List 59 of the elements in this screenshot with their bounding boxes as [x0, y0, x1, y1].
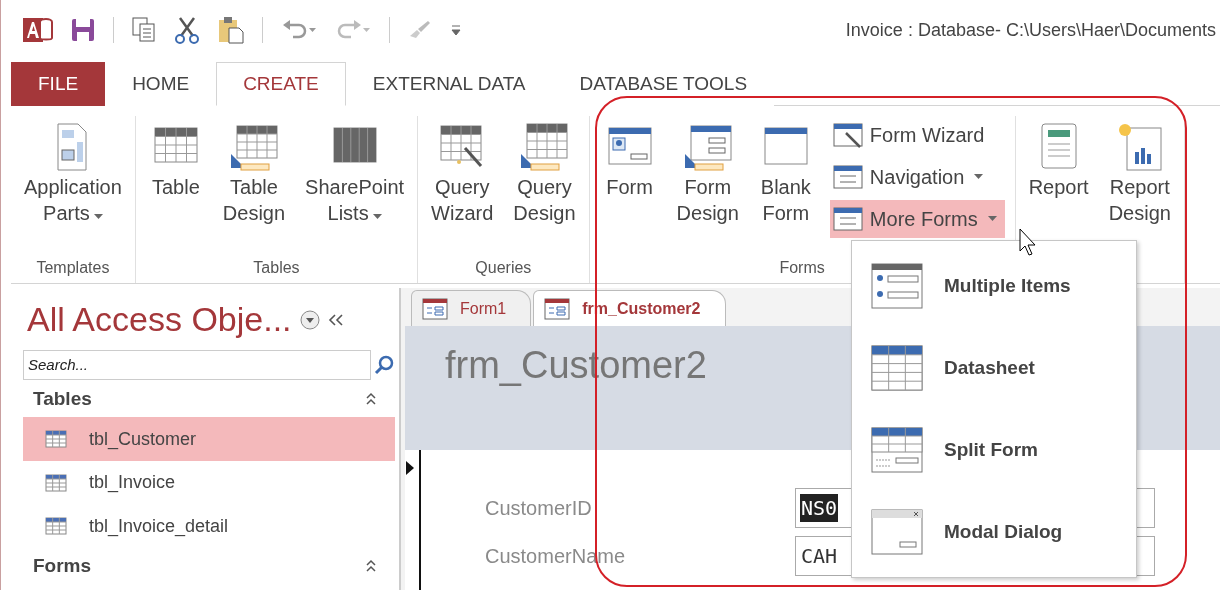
collapse-icon[interactable] [327, 312, 344, 327]
wand-form-icon [831, 121, 864, 149]
datasheet-icon [870, 344, 924, 392]
nav-item-label: tbl_Invoice [89, 472, 176, 494]
ribbon-button[interactable]: Blank Form [749, 116, 822, 259]
document-tab-label: Form1 [460, 299, 507, 318]
group-label: Tables [253, 259, 300, 277]
search-icon[interactable] [373, 353, 395, 376]
split-form-icon [870, 426, 924, 474]
document-tab[interactable]: Form1 [411, 290, 532, 326]
ribbon-button[interactable]: Form Design [667, 116, 748, 259]
customize-menu-icon[interactable] [450, 24, 462, 36]
current-record-icon [405, 460, 415, 476]
section-label: Forms [33, 555, 92, 578]
menu-item[interactable]: Datasheet [852, 327, 1136, 409]
record-selector[interactable] [405, 450, 421, 590]
section-label: Tables [33, 388, 92, 411]
collapse-up-icon[interactable] [365, 559, 377, 574]
ribbon-button[interactable]: Table [139, 116, 212, 259]
nav-item[interactable]: tbl_Invoice [23, 460, 395, 505]
window-title: Invoice : Database- C:\Users\Haer\Documents [845, 19, 1217, 41]
collapse-up-icon[interactable] [365, 392, 377, 407]
ribbon-button[interactable]: More Forms [829, 200, 1005, 238]
ribbon-tab[interactable]: FILE [11, 62, 106, 106]
nav-item-label: tbl_Customer [89, 428, 197, 450]
modal-dialog-icon [870, 508, 924, 556]
dropdown-circle-icon[interactable] [299, 309, 320, 330]
nav-item[interactable]: tbl_Customer [23, 417, 395, 461]
ribbon-button[interactable]: Navigation [829, 158, 1005, 196]
multiple-items-form-icon [870, 262, 924, 310]
menu-item[interactable]: Modal Dialog [852, 491, 1136, 573]
form-list-icon [831, 205, 864, 233]
ribbon-button[interactable]: Query Design [504, 116, 585, 259]
table-icon [45, 517, 67, 536]
ribbon-button[interactable]: SharePoint Lists [296, 116, 414, 259]
undo-icon[interactable] [281, 19, 317, 41]
group-label: Queries [475, 259, 532, 277]
group-label: Forms [779, 259, 825, 277]
field-label: CustomerID [485, 496, 593, 520]
navigation-form-icon [831, 163, 864, 191]
search-field[interactable]: Search... [23, 349, 371, 380]
nav-item[interactable]: tbl_Invoice_detail [23, 504, 395, 549]
form-icon [422, 297, 448, 320]
paste-icon[interactable] [218, 16, 244, 44]
cut-icon[interactable] [174, 16, 200, 44]
nav-pane-title: All Access Obje... [27, 300, 292, 340]
table-icon [45, 473, 67, 492]
menu-item[interactable]: Split Form [852, 409, 1136, 491]
group-label: Templates [36, 259, 110, 277]
database-app-icon[interactable] [23, 16, 53, 44]
ribbon-button[interactable]: Form Wizard [829, 116, 1005, 154]
ribbon-button[interactable]: Application Parts [15, 116, 131, 259]
ribbon-button[interactable]: Query Wizard [422, 116, 503, 259]
ribbon-button[interactable]: Form [593, 116, 666, 259]
nav-item-label: tbl_Invoice_detail [89, 515, 229, 537]
form-icon [544, 297, 571, 320]
ribbon-button[interactable]: Table Design [213, 116, 295, 259]
ribbon-tab[interactable]: CREATE [216, 62, 346, 106]
table-icon [45, 430, 67, 449]
